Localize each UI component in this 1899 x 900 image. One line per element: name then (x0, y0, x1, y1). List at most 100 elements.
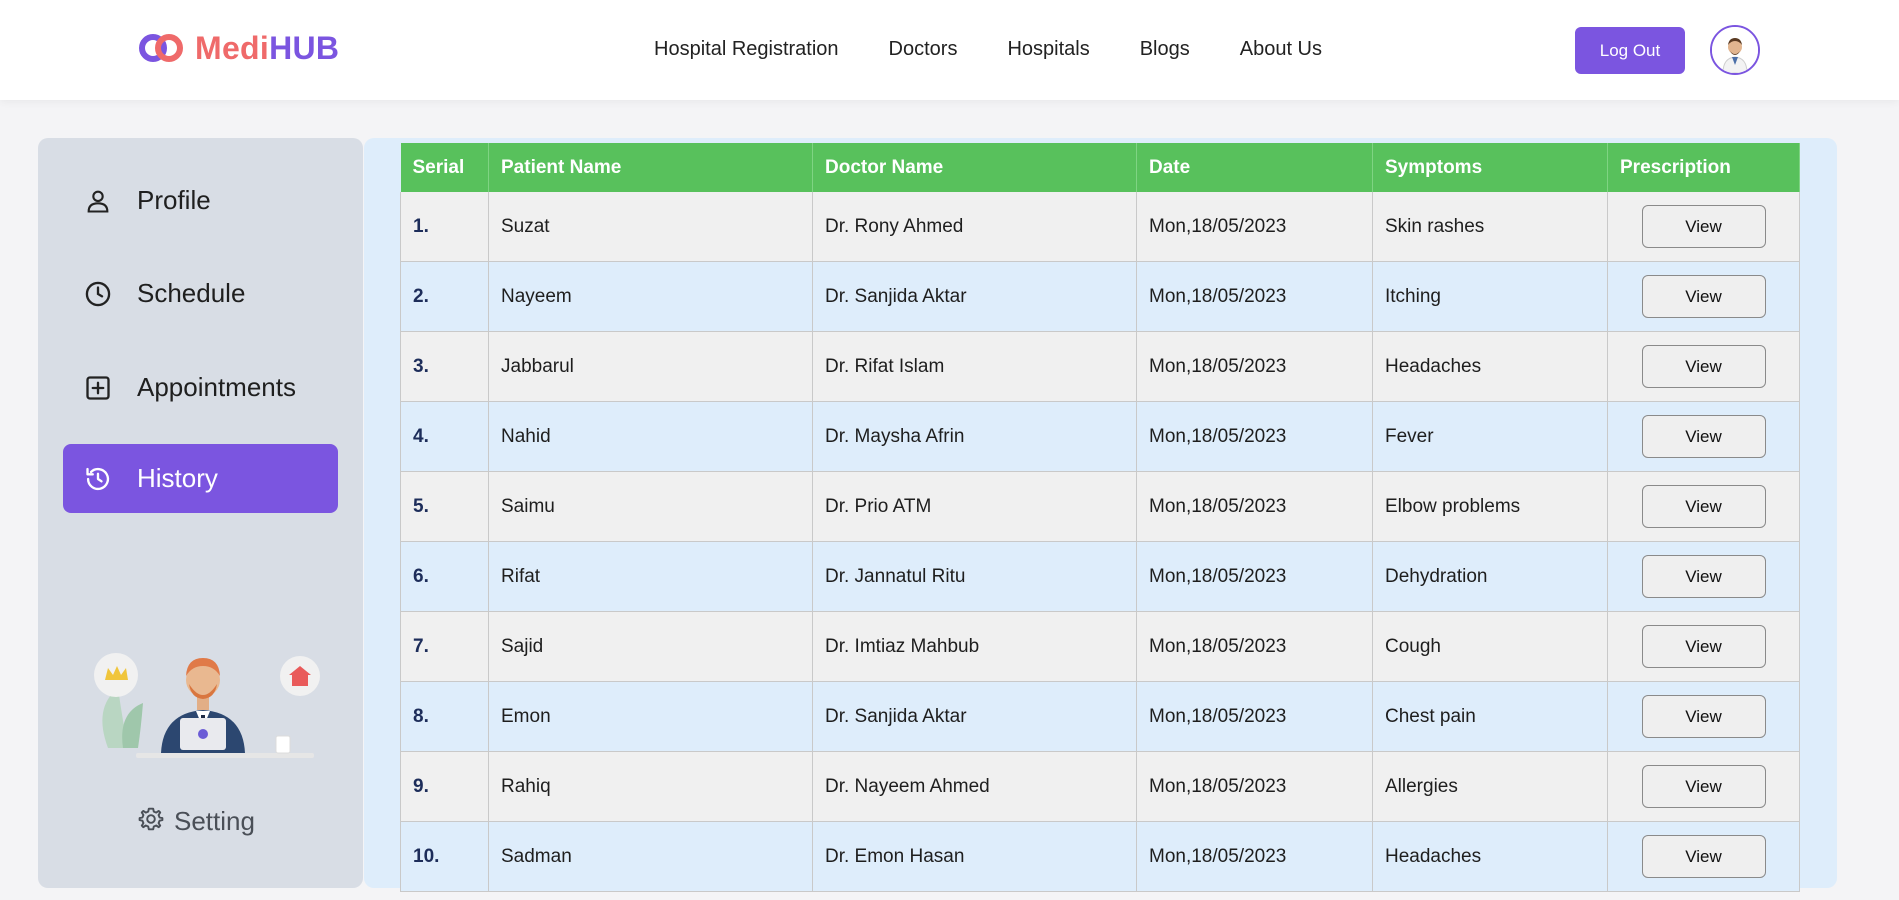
prescription-cell: View (1607, 192, 1800, 262)
table-row: 8. Emon Dr. Sanjida Aktar Mon,18/05/2023… (400, 681, 1800, 752)
date-cell: Mon,18/05/2023 (1136, 261, 1373, 332)
sidebar-item-appointments[interactable]: Appointments (63, 353, 338, 422)
date-cell: Mon,18/05/2023 (1136, 611, 1373, 682)
view-prescription-button[interactable]: View (1641, 415, 1766, 458)
sidebar-item-schedule[interactable]: Schedule (63, 259, 338, 328)
column-header-doctor-name[interactable]: Doctor Name (812, 143, 1137, 192)
top-navbar: MediHUB Hospital Registration Doctors Ho… (0, 0, 1899, 100)
nav-hospital-registration[interactable]: Hospital Registration (654, 38, 839, 61)
nav-blogs[interactable]: Blogs (1140, 38, 1190, 61)
view-prescription-button[interactable]: View (1641, 835, 1766, 878)
date-cell: Mon,18/05/2023 (1136, 681, 1373, 752)
sidebar-item-profile[interactable]: Profile (63, 166, 338, 235)
serial-cell: 3. (400, 331, 489, 402)
table-row: 2. Nayeem Dr. Sanjida Aktar Mon,18/05/20… (400, 261, 1800, 332)
table-row: 4. Nahid Dr. Maysha Afrin Mon,18/05/2023… (400, 401, 1800, 472)
doctor-avatar[interactable] (1710, 25, 1760, 75)
view-prescription-button[interactable]: View (1641, 485, 1766, 528)
doctor-illustration (83, 618, 323, 763)
history-panel: Serial Patient Name Doctor Name Date Sym… (364, 138, 1837, 892)
doctor-name-cell: Dr. Imtiaz Mahbub (812, 611, 1137, 682)
sidebar-item-label: History (137, 463, 218, 493)
doctor-name-cell: Dr. Nayeem Ahmed (812, 751, 1137, 822)
symptoms-cell: Allergies (1372, 751, 1608, 822)
sidebar: Profile Schedule Appointments History Se… (38, 138, 363, 888)
column-header-prescription[interactable]: Prescription (1607, 143, 1800, 192)
brand-name-part1: Medi (195, 30, 270, 66)
user-icon (83, 186, 113, 216)
doctor-name-cell: Dr. Sanjida Aktar (812, 681, 1137, 752)
patient-name-cell: Nayeem (488, 261, 813, 332)
view-prescription-button[interactable]: View (1641, 765, 1766, 808)
logout-button[interactable]: Log Out (1575, 27, 1685, 74)
sidebar-item-history[interactable]: History (63, 444, 338, 513)
column-header-serial[interactable]: Serial (400, 143, 489, 192)
prescription-cell: View (1607, 541, 1800, 612)
setting-link[interactable]: Setting (138, 806, 255, 837)
serial-cell: 10. (400, 821, 489, 892)
nav-hospitals[interactable]: Hospitals (1007, 38, 1089, 61)
table-row: 10. Sadman Dr. Emon Hasan Mon,18/05/2023… (400, 821, 1800, 892)
main-nav: Hospital Registration Doctors Hospitals … (654, 38, 1372, 61)
table-row: 3. Jabbarul Dr. Rifat Islam Mon,18/05/20… (400, 331, 1800, 402)
patient-name-cell: Emon (488, 681, 813, 752)
doctor-name-cell: Dr. Prio ATM (812, 471, 1137, 542)
date-cell: Mon,18/05/2023 (1136, 331, 1373, 402)
prescription-cell: View (1607, 331, 1800, 402)
brand-name-part2: HUB (269, 30, 340, 66)
prescription-cell: View (1607, 681, 1800, 752)
gear-icon (138, 806, 164, 837)
brand-logo[interactable]: MediHUB (139, 30, 339, 67)
serial-cell: 5. (400, 471, 489, 542)
patient-name-cell: Suzat (488, 192, 813, 262)
doctor-name-cell: Dr. Rony Ahmed (812, 192, 1137, 262)
table-header-row: Serial Patient Name Doctor Name Date Sym… (400, 143, 1800, 192)
serial-cell: 9. (400, 751, 489, 822)
symptoms-cell: Cough (1372, 611, 1608, 682)
view-prescription-button[interactable]: View (1641, 555, 1766, 598)
serial-cell: 2. (400, 261, 489, 332)
sidebar-item-label: Appointments (137, 372, 296, 402)
prescription-cell: View (1607, 261, 1800, 332)
column-header-symptoms[interactable]: Symptoms (1372, 143, 1608, 192)
symptoms-cell: Skin rashes (1372, 192, 1608, 262)
view-prescription-button[interactable]: View (1641, 695, 1766, 738)
sidebar-item-label: Schedule (137, 278, 246, 308)
view-prescription-button[interactable]: View (1641, 275, 1766, 318)
symptoms-cell: Elbow problems (1372, 471, 1608, 542)
patient-name-cell: Saimu (488, 471, 813, 542)
serial-cell: 1. (400, 192, 489, 262)
date-cell: Mon,18/05/2023 (1136, 821, 1373, 892)
column-header-date[interactable]: Date (1136, 143, 1373, 192)
patient-name-cell: Sadman (488, 821, 813, 892)
doctor-name-cell: Dr. Rifat Islam (812, 331, 1137, 402)
view-prescription-button[interactable]: View (1641, 345, 1766, 388)
history-icon (83, 464, 113, 494)
table-row: 5. Saimu Dr. Prio ATM Mon,18/05/2023 Elb… (400, 471, 1800, 542)
nav-about-us[interactable]: About Us (1240, 38, 1322, 61)
doctor-name-cell: Dr. Jannatul Ritu (812, 541, 1137, 612)
view-prescription-button[interactable]: View (1641, 205, 1766, 248)
symptoms-cell: Dehydration (1372, 541, 1608, 612)
table-row: 1. Suzat Dr. Rony Ahmed Mon,18/05/2023 S… (400, 192, 1800, 262)
column-header-patient-name[interactable]: Patient Name (488, 143, 813, 192)
serial-cell: 6. (400, 541, 489, 612)
patient-name-cell: Rifat (488, 541, 813, 612)
nav-doctors[interactable]: Doctors (889, 38, 958, 61)
date-cell: Mon,18/05/2023 (1136, 541, 1373, 612)
clock-icon (83, 279, 113, 309)
serial-cell: 4. (400, 401, 489, 472)
prescription-cell: View (1607, 611, 1800, 682)
table-row: 9. Rahiq Dr. Nayeem Ahmed Mon,18/05/2023… (400, 751, 1800, 822)
symptoms-cell: Headaches (1372, 331, 1608, 402)
doctor-name-cell: Dr. Sanjida Aktar (812, 261, 1137, 332)
date-cell: Mon,18/05/2023 (1136, 192, 1373, 262)
logo-rings-icon (139, 31, 185, 67)
patient-name-cell: Sajid (488, 611, 813, 682)
symptoms-cell: Chest pain (1372, 681, 1608, 752)
date-cell: Mon,18/05/2023 (1136, 471, 1373, 542)
table-row: 6. Rifat Dr. Jannatul Ritu Mon,18/05/202… (400, 541, 1800, 612)
symptoms-cell: Fever (1372, 401, 1608, 472)
view-prescription-button[interactable]: View (1641, 625, 1766, 668)
prescription-cell: View (1607, 751, 1800, 822)
